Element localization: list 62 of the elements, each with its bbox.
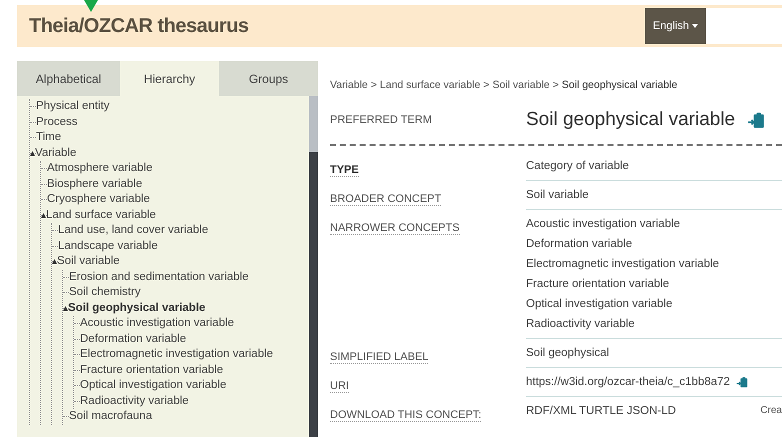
tree-item[interactable]: Radioactivity variable xyxy=(80,394,189,409)
property-label: NARROWER CONCEPTS xyxy=(330,222,460,236)
property-value: Soil variable xyxy=(526,188,589,204)
property-value: Radioactivity variable xyxy=(526,317,635,332)
created-note: Crea xyxy=(760,404,782,418)
property-value: Fracture orientation variable xyxy=(526,277,670,292)
tree-item[interactable]: Soil chemistry xyxy=(69,285,141,300)
download-links[interactable]: RDF/XML TURTLE JSON-LD xyxy=(526,401,676,422)
breadcrumb-link[interactable]: Land surface variable xyxy=(380,78,480,94)
expanded-triangle-icon[interactable] xyxy=(52,259,57,264)
property-label: BROADER CONCEPT xyxy=(330,193,442,206)
clipboard-icon[interactable] xyxy=(736,376,748,388)
tree-item[interactable]: Deformation variable xyxy=(80,332,186,347)
tree-item[interactable]: Time xyxy=(36,130,62,146)
property-value: Deformation variable xyxy=(526,237,632,252)
breadcrumb-link[interactable]: Variable xyxy=(330,78,368,94)
tree-item[interactable]: Variable xyxy=(35,146,76,161)
property-value: Category of variable xyxy=(526,159,629,174)
tab[interactable]: Groups xyxy=(219,61,318,96)
tree-item[interactable]: Optical investigation variable xyxy=(80,378,226,394)
pointer-triangle-icon xyxy=(84,0,98,12)
expanded-triangle-icon[interactable] xyxy=(41,212,46,218)
preferred-term: Soil geophysical variable xyxy=(526,108,736,132)
property-label: TYPE xyxy=(330,164,359,178)
property-value: Optical investigation variable xyxy=(526,297,672,312)
tree-item[interactable]: Land use, land cover variable xyxy=(58,223,208,238)
expanded-triangle-icon[interactable] xyxy=(63,306,68,311)
tree-item[interactable]: Landscape variable xyxy=(58,238,158,254)
property-label: DOWNLOAD THIS CONCEPT: xyxy=(330,409,482,422)
expanded-triangle-icon[interactable] xyxy=(30,150,35,156)
property-value: Acoustic investigation variable xyxy=(526,217,680,232)
breadcrumb-separator: > xyxy=(552,78,560,93)
tree-item[interactable]: Soil geophysical variable xyxy=(68,300,206,316)
breadcrumb-separator: > xyxy=(370,78,378,93)
caret-icon xyxy=(692,24,698,28)
tree-item[interactable]: Erosion and sedimentation variable xyxy=(69,270,249,285)
property-label: PREFERRED TERM xyxy=(330,112,433,128)
breadcrumb-separator: > xyxy=(482,78,490,93)
tree-item[interactable]: Fracture orientation variable xyxy=(80,362,224,378)
site-title: Theia/OZCAR thesaurus xyxy=(29,14,249,39)
breadcrumb-link[interactable]: Soil variable xyxy=(492,78,550,94)
scrollbar[interactable] xyxy=(309,96,318,437)
tree-item[interactable]: Physical entity xyxy=(36,99,110,114)
tab[interactable]: Alphabetical xyxy=(17,61,120,96)
tree-item[interactable]: Soil variable xyxy=(57,254,120,270)
clipboard-icon[interactable] xyxy=(747,111,766,129)
search-field[interactable] xyxy=(706,8,782,44)
tree-item[interactable]: Land surface variable xyxy=(46,208,156,223)
tree-item[interactable]: Atmosphere variable xyxy=(47,161,152,176)
uri-link[interactable]: https://w3id.org/ozcar-theia/c_c1bb8a72 xyxy=(526,372,730,392)
tree-item[interactable]: Biosphere variable xyxy=(47,176,142,192)
tree-item[interactable]: Electromagnetic investigation variable xyxy=(80,347,274,362)
property-value: Soil geophysical xyxy=(526,346,610,362)
tree-item[interactable]: Cryosphere variable xyxy=(47,192,150,208)
tree-item[interactable]: Soil macrofauna xyxy=(69,409,152,424)
property-label: URI xyxy=(330,380,349,394)
tree-item[interactable]: Process xyxy=(36,114,78,130)
tree-item[interactable]: Acoustic investigation variable xyxy=(80,316,234,332)
property-value: Electromagnetic investigation variable xyxy=(526,257,720,272)
property-label: SIMPLIFIED LABEL xyxy=(330,351,428,364)
language-dropdown[interactable]: English xyxy=(644,8,706,44)
tab[interactable]: Hierarchy xyxy=(120,61,219,96)
